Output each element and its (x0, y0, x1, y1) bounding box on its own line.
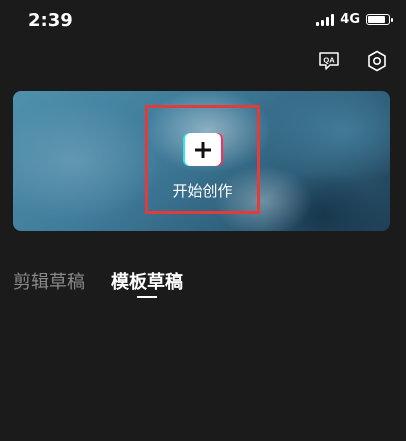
tab-template-drafts[interactable]: 模板草稿 (111, 268, 183, 298)
tab-template-drafts-label: 模板草稿 (111, 272, 183, 293)
network-type: 4G (340, 12, 360, 27)
tab-edit-drafts[interactable]: 剪辑草稿 (13, 268, 85, 294)
battery-icon (366, 14, 393, 25)
settings-icon[interactable] (364, 48, 390, 74)
start-create-label: 开始创作 (172, 182, 233, 200)
plus-icon (185, 133, 221, 166)
status-time: 2:39 (28, 10, 73, 31)
status-bar: 2:39 4G (0, 0, 406, 40)
signal-icon (316, 13, 335, 26)
header-actions: QA (316, 48, 390, 74)
start-create-button[interactable]: 开始创作 (145, 105, 260, 214)
active-tab-indicator (137, 296, 157, 298)
status-indicators: 4G (316, 12, 393, 27)
draft-tabs: 剪辑草稿 模板草稿 (13, 268, 183, 298)
qa-icon[interactable]: QA (316, 48, 342, 74)
qa-icon-text: QA (323, 56, 335, 65)
